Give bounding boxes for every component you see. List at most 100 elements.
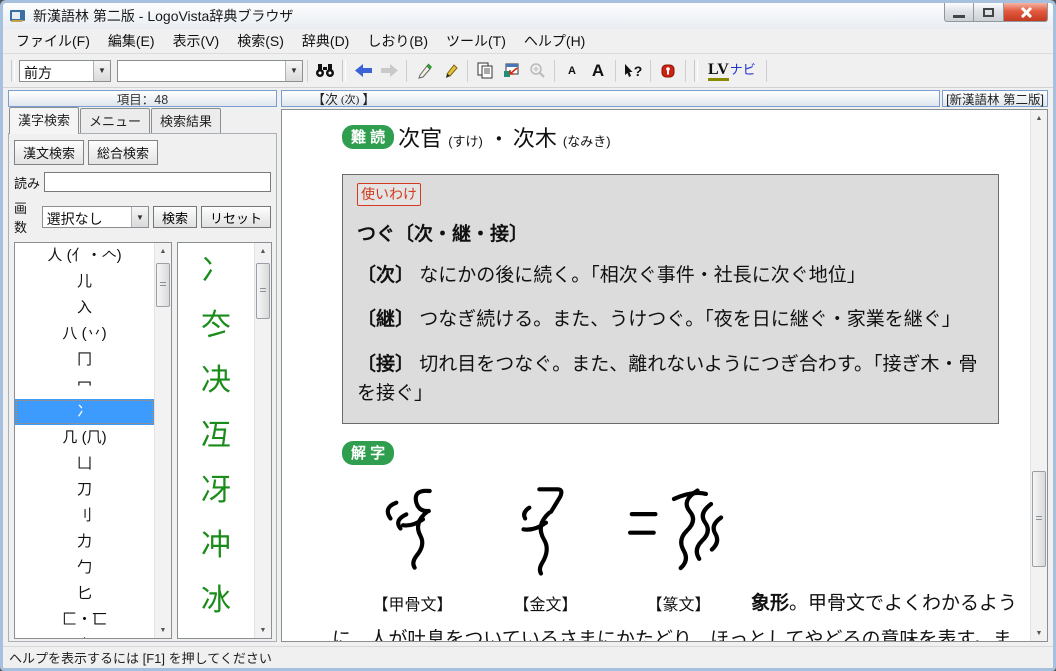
- lv-navi-button[interactable]: LV ナビ: [702, 59, 762, 83]
- scroll-down-icon[interactable]: ▼: [1031, 625, 1047, 641]
- reset-button[interactable]: リセット: [201, 206, 271, 228]
- search-button[interactable]: 検索: [153, 206, 197, 228]
- toolbar-separator: [766, 60, 767, 82]
- menu-dictionary[interactable]: 辞典(D): [293, 28, 358, 54]
- search-binoculars-button[interactable]: [312, 59, 338, 83]
- chevron-down-icon[interactable]: ▼: [285, 61, 302, 81]
- scroll-down-icon[interactable]: ▼: [155, 622, 171, 638]
- glyph-label: 【篆文】: [646, 591, 710, 615]
- menu-tools[interactable]: ツール(T): [437, 28, 515, 54]
- radical-item[interactable]: 冂: [15, 347, 154, 373]
- window-controls: [944, 3, 1053, 22]
- radical-item[interactable]: 十: [15, 633, 154, 638]
- entry-content-area: 難 読 次官 (すけ) ・ 次木 (なみき) 使いわけ つぐ〔次・継・接〕 〔次…: [281, 109, 1048, 642]
- back-button[interactable]: [350, 59, 376, 83]
- scrollbar-thumb[interactable]: [156, 263, 170, 307]
- stroke-count-row: 画数 選択なし ▼ 検索 リセット: [14, 198, 271, 236]
- pencil-memo-button[interactable]: [437, 59, 463, 83]
- chevron-down-icon[interactable]: ▼: [93, 61, 110, 81]
- toolbar-separator: [554, 60, 555, 82]
- stroke-count-combobox[interactable]: 選択なし ▼: [42, 206, 149, 228]
- radical-list: 人 (亻・𠆢) 儿 入 八 (丷) 冂 冖 冫 几 (𠘨) 凵 刀 刂 力: [15, 243, 154, 638]
- radical-list-scrollbar[interactable]: ▲ ▼: [154, 243, 171, 638]
- menu-view[interactable]: 表示(V): [164, 28, 229, 54]
- radical-item[interactable]: 刀: [15, 477, 154, 503]
- toolbar-separator: [685, 60, 686, 82]
- zoom-button[interactable]: [524, 59, 550, 83]
- maximize-icon: [983, 8, 994, 17]
- tab-kanji-search[interactable]: 漢字検索: [9, 107, 79, 134]
- search-mode-value: 前方: [20, 61, 93, 81]
- kanji-item[interactable]: 冹: [178, 628, 254, 638]
- radical-item[interactable]: 八 (丷): [15, 321, 154, 347]
- menu-search[interactable]: 検索(S): [228, 28, 293, 54]
- radical-item[interactable]: 匚・匸: [15, 607, 154, 633]
- radical-item[interactable]: 刂: [15, 503, 154, 529]
- tab-menu[interactable]: メニュー: [80, 108, 150, 133]
- seal-glyph-column: 【篆文】: [612, 475, 745, 615]
- tab-search-results[interactable]: 検索結果: [151, 108, 221, 133]
- scroll-up-icon[interactable]: ▲: [1031, 110, 1047, 126]
- entry-scrollbar[interactable]: ▲ ▼: [1030, 110, 1047, 641]
- radical-item[interactable]: 冖: [15, 373, 154, 399]
- radical-item[interactable]: 人 (亻・𠆢): [15, 243, 154, 269]
- title-bar: 新漢語林 第二版 - LogoVista辞典ブラウザ: [3, 3, 1053, 29]
- font-larger-button[interactable]: A: [585, 59, 611, 83]
- menu-help[interactable]: ヘルプ(H): [515, 28, 594, 54]
- toolbar-gripper[interactable]: [694, 60, 698, 82]
- kanji-item[interactable]: 冰: [178, 573, 254, 628]
- kanji-list-scrollbar[interactable]: ▲ ▼: [254, 243, 271, 638]
- scroll-up-icon[interactable]: ▲: [255, 243, 271, 259]
- pencil-icon: [442, 62, 459, 79]
- kanji-item[interactable]: 冭: [178, 298, 254, 353]
- toolbar-separator: [307, 60, 308, 82]
- window-title: 新漢語林 第二版 - LogoVista辞典ブラウザ: [33, 6, 293, 26]
- search-term-value[interactable]: [118, 61, 285, 81]
- kanji-item[interactable]: 决: [178, 353, 254, 408]
- radical-item-selected[interactable]: 冫: [15, 399, 154, 425]
- chevron-down-icon[interactable]: ▼: [131, 207, 148, 227]
- online-update-button[interactable]: [655, 59, 681, 83]
- nandoku-reading: (なみき): [563, 131, 611, 150]
- menu-file[interactable]: ファイル(F): [7, 28, 99, 54]
- kanji-item[interactable]: 冲: [178, 518, 254, 573]
- radical-item[interactable]: 几 (𠘨): [15, 425, 154, 451]
- kanji-item[interactable]: 冱: [178, 408, 254, 463]
- kanji-item[interactable]: 冴: [178, 463, 254, 518]
- combined-search-button[interactable]: 総合検索: [88, 140, 158, 165]
- scrollbar-thumb[interactable]: [256, 263, 270, 319]
- scrollbar-thumb[interactable]: [1032, 471, 1046, 567]
- maximize-button[interactable]: [974, 3, 1004, 22]
- radical-item[interactable]: 力: [15, 529, 154, 555]
- marker-pen-button[interactable]: [411, 59, 437, 83]
- menu-bookmark[interactable]: しおり(B): [358, 28, 437, 54]
- radical-item[interactable]: 入: [15, 295, 154, 321]
- minimize-button[interactable]: [944, 3, 974, 22]
- scroll-up-icon[interactable]: ▲: [155, 243, 171, 259]
- forward-button[interactable]: [376, 59, 402, 83]
- scroll-down-icon[interactable]: ▼: [255, 622, 271, 638]
- font-large-icon: A: [592, 61, 604, 81]
- context-help-button[interactable]: ?: [620, 59, 646, 83]
- search-term-combobox[interactable]: ▼: [117, 60, 303, 82]
- menu-edit[interactable]: 編集(E): [99, 28, 164, 54]
- navi-label: ナビ: [730, 59, 756, 78]
- radical-item[interactable]: 儿: [15, 269, 154, 295]
- kanbun-search-button[interactable]: 漢文検索: [14, 140, 84, 165]
- close-button[interactable]: [1004, 3, 1048, 22]
- stroke-count-label: 画数: [14, 198, 38, 236]
- search-mode-combobox[interactable]: 前方 ▼: [19, 60, 111, 82]
- toolbar: 前方 ▼ ▼: [3, 54, 1053, 88]
- radical-item[interactable]: 凵: [15, 451, 154, 477]
- radical-item[interactable]: 勹: [15, 555, 154, 581]
- kanji-item[interactable]: 冫: [178, 243, 254, 298]
- toolbar-gripper[interactable]: [11, 60, 15, 82]
- entry-content: 難 読 次官 (すけ) ・ 次木 (なみき) 使いわけ つぐ〔次・継・接〕 〔次…: [282, 110, 1030, 641]
- nandoku-separator: ・: [489, 123, 509, 152]
- yomi-input[interactable]: [44, 172, 271, 192]
- toolbar-gripper[interactable]: [342, 60, 346, 82]
- word-lookup-window-button[interactable]: [498, 59, 524, 83]
- font-smaller-button[interactable]: A: [559, 59, 585, 83]
- radical-item[interactable]: 匕: [15, 581, 154, 607]
- copy-entry-button[interactable]: [472, 59, 498, 83]
